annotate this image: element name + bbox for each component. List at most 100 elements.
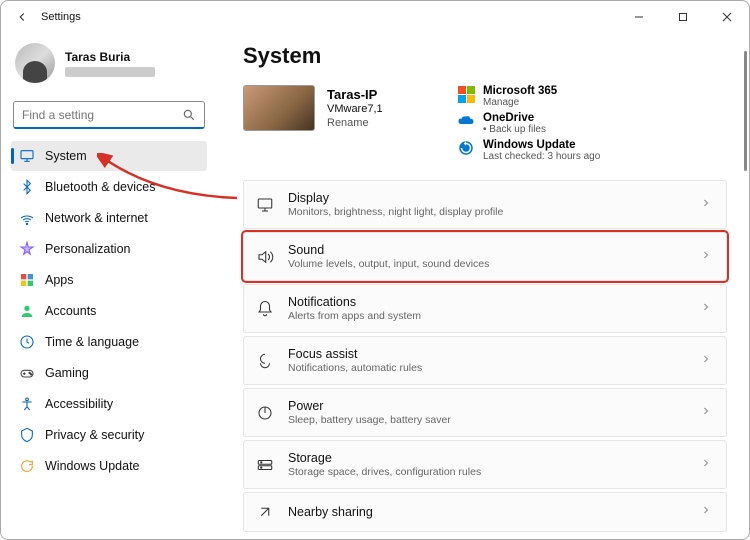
- ms365-icon: [457, 85, 475, 103]
- row-subtitle: Monitors, brightness, night light, displ…: [288, 206, 686, 218]
- settings-row-power[interactable]: Power Sleep, battery usage, battery save…: [243, 388, 727, 437]
- sidebar-item-network[interactable]: Network & internet: [11, 203, 207, 233]
- settings-row-storage[interactable]: Storage Storage space, drives, configura…: [243, 440, 727, 489]
- titlebar: Settings: [1, 1, 749, 33]
- sidebar-item-accounts[interactable]: Accounts: [11, 296, 207, 326]
- scrollbar[interactable]: [744, 51, 747, 171]
- settings-list: Display Monitors, brightness, night ligh…: [243, 180, 727, 532]
- accessibility-icon: [19, 396, 35, 412]
- chevron-right-icon: [700, 503, 712, 521]
- bluetooth-icon: [19, 179, 35, 195]
- sidebar-item-label: Apps: [45, 273, 74, 287]
- sidebar-item-label: Bluetooth & devices: [45, 180, 156, 194]
- sidebar-item-accessibility[interactable]: Accessibility: [11, 389, 207, 419]
- sidebar-item-label: Network & internet: [45, 211, 148, 225]
- chevron-right-icon: [700, 300, 712, 318]
- user-block[interactable]: Taras Buria: [11, 39, 207, 97]
- onedrive-icon: [457, 112, 475, 130]
- window-title: Settings: [41, 11, 81, 23]
- sound-icon: [256, 248, 274, 266]
- sidebar-item-bluetooth[interactable]: Bluetooth & devices: [11, 172, 207, 202]
- sidebar-item-label: Accessibility: [45, 397, 113, 411]
- gaming-icon: [19, 365, 35, 381]
- close-button[interactable]: [705, 3, 749, 31]
- row-title: Notifications: [288, 295, 686, 309]
- sidebar-item-label: Personalization: [45, 242, 130, 256]
- settings-row-sound[interactable]: Sound Volume levels, output, input, soun…: [243, 232, 727, 281]
- settings-row-focus[interactable]: Focus assist Notifications, automatic ru…: [243, 336, 727, 385]
- nav-list: System Bluetooth & devices Network & inter…: [11, 141, 207, 481]
- pc-model: VMware7,1: [327, 103, 383, 115]
- sidebar-item-apps[interactable]: Apps: [11, 265, 207, 295]
- card-title: OneDrive: [483, 112, 546, 124]
- page-title: System: [243, 43, 727, 69]
- user-name: Taras Buria: [65, 50, 155, 64]
- card-ms365[interactable]: Microsoft 365Manage: [457, 85, 587, 108]
- sidebar-item-personalization[interactable]: Personalization: [11, 234, 207, 264]
- card-onedrive[interactable]: OneDrive• Back up files: [457, 112, 587, 135]
- sidebar-item-system[interactable]: System: [11, 141, 207, 171]
- power-icon: [256, 404, 274, 422]
- sidebar-item-label: System: [45, 149, 87, 163]
- sidebar-item-privacy[interactable]: Privacy & security: [11, 420, 207, 450]
- row-title: Power: [288, 399, 686, 413]
- notifications-icon: [256, 300, 274, 318]
- update-icon: [19, 458, 35, 474]
- row-subtitle: Storage space, drives, configuration rul…: [288, 466, 686, 478]
- card-title: Microsoft 365: [483, 85, 557, 97]
- settings-row-display[interactable]: Display Monitors, brightness, night ligh…: [243, 180, 727, 229]
- sidebar-item-update[interactable]: Windows Update: [11, 451, 207, 481]
- pc-info[interactable]: Taras-IP VMware7,1 Rename: [243, 85, 443, 131]
- personalization-icon: [19, 241, 35, 257]
- chevron-right-icon: [700, 248, 712, 266]
- avatar: [15, 43, 55, 83]
- sidebar-item-label: Gaming: [45, 366, 89, 380]
- main-panel: System Taras-IP VMware7,1 Rename Microso…: [217, 33, 749, 539]
- time-icon: [19, 334, 35, 350]
- storage-icon: [256, 456, 274, 474]
- row-title: Storage: [288, 451, 686, 465]
- maximize-button[interactable]: [661, 3, 705, 31]
- search-icon: [182, 108, 196, 122]
- card-sub: Manage: [483, 97, 557, 108]
- row-title: Focus assist: [288, 347, 686, 361]
- chevron-right-icon: [700, 404, 712, 422]
- chevron-right-icon: [700, 196, 712, 214]
- focus-icon: [256, 352, 274, 370]
- update-icon: [457, 139, 475, 157]
- sidebar-item-label: Privacy & security: [45, 428, 144, 442]
- chevron-right-icon: [700, 352, 712, 370]
- row-subtitle: Volume levels, output, input, sound devi…: [288, 258, 686, 270]
- settings-row-notifications[interactable]: Notifications Alerts from apps and syste…: [243, 284, 727, 333]
- system-icon: [19, 148, 35, 164]
- search-box[interactable]: [13, 101, 205, 129]
- pc-thumbnail: [243, 85, 315, 131]
- rename-link[interactable]: Rename: [327, 117, 383, 129]
- minimize-button[interactable]: [617, 3, 661, 31]
- network-icon: [19, 210, 35, 226]
- row-title: Nearby sharing: [288, 505, 686, 519]
- nearby-icon: [256, 503, 274, 521]
- back-button[interactable]: [11, 6, 33, 28]
- card-sub: • Back up files: [483, 124, 546, 135]
- card-title: Windows Update: [483, 139, 600, 151]
- sidebar: Taras Buria System Bluetooth & devices Net…: [1, 33, 217, 539]
- settings-row-nearby[interactable]: Nearby sharing: [243, 492, 727, 532]
- window-controls: [617, 3, 749, 31]
- chevron-right-icon: [700, 456, 712, 474]
- sidebar-item-gaming[interactable]: Gaming: [11, 358, 207, 388]
- user-email-redacted: [65, 67, 155, 77]
- sidebar-item-time[interactable]: Time & language: [11, 327, 207, 357]
- row-subtitle: Alerts from apps and system: [288, 310, 686, 322]
- sidebar-item-label: Windows Update: [45, 459, 140, 473]
- accounts-icon: [19, 303, 35, 319]
- card-windows-update[interactable]: Windows UpdateLast checked: 3 hours ago: [457, 139, 717, 162]
- search-input[interactable]: [22, 108, 182, 122]
- card-sub: Last checked: 3 hours ago: [483, 151, 600, 162]
- display-icon: [256, 196, 274, 214]
- pc-name: Taras-IP: [327, 87, 383, 102]
- privacy-icon: [19, 427, 35, 443]
- sidebar-item-label: Accounts: [45, 304, 96, 318]
- row-title: Sound: [288, 243, 686, 257]
- row-subtitle: Sleep, battery usage, battery saver: [288, 414, 686, 426]
